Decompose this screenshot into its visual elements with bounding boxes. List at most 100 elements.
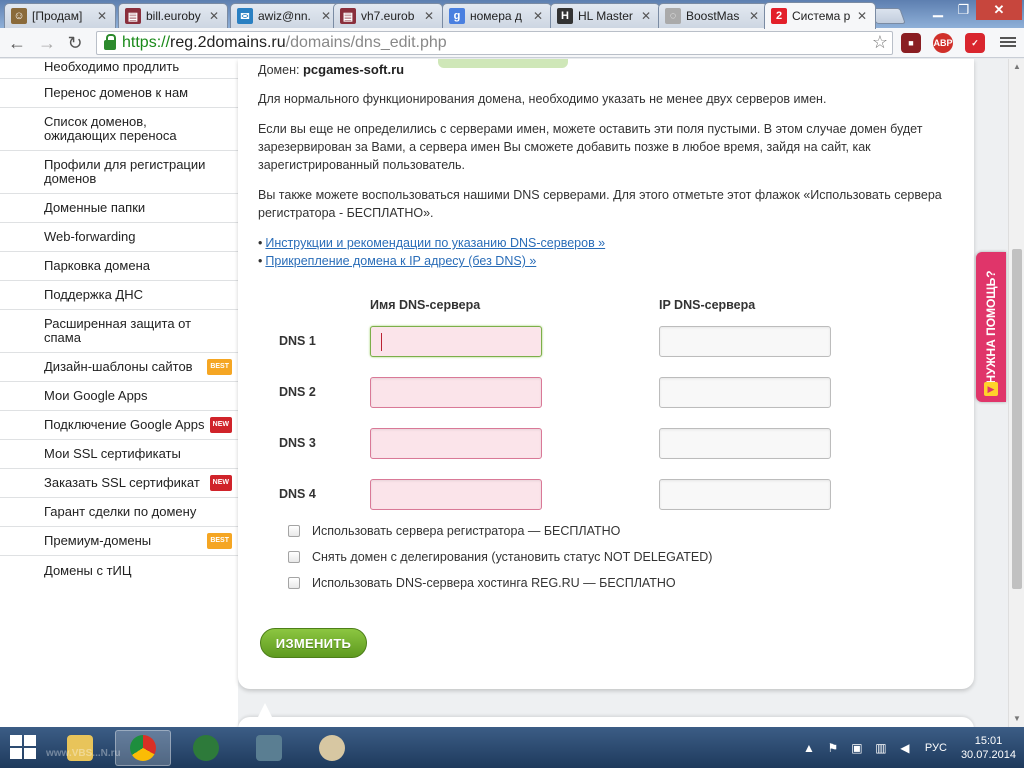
browser-tab-vh7[interactable]: ▤ vh7.eurob ✕ [333, 3, 443, 28]
page-scrollbar[interactable]: ▲ ▼ [1008, 59, 1024, 727]
dns-3-ip-input[interactable] [659, 428, 831, 459]
taskbar-network-monitor[interactable] [178, 730, 234, 766]
sidebar: Необходимо продлить Перенос доменов к на… [0, 59, 238, 727]
close-icon[interactable]: ✕ [641, 9, 653, 23]
use-registrar-dns-option[interactable]: Использовать сервера регистратора — БЕСП… [288, 524, 620, 538]
dns-3-name-input[interactable] [370, 428, 542, 459]
sidebar-item-renew[interactable]: Необходимо продлить [0, 59, 238, 79]
taskbar-paint[interactable] [304, 730, 360, 766]
reg-extension-icon[interactable]: ✓ [965, 33, 985, 53]
browser-tab-google[interactable]: g номера д ✕ [442, 3, 552, 28]
dns-4-ip-input[interactable] [659, 479, 831, 510]
dns-1-label: DNS 1 [279, 334, 316, 348]
dns-2-ip-input[interactable] [659, 377, 831, 408]
tray-arrow-icon[interactable]: ▲ [801, 740, 817, 756]
sidebar-item-pending-transfer[interactable]: Список доменов, ожидающих переноса [0, 108, 238, 151]
flag-icon[interactable]: ⚑ [825, 740, 841, 756]
maximize-button[interactable]: ❐ [951, 0, 976, 20]
taskbar-chrome[interactable] [115, 730, 171, 766]
close-icon[interactable]: ✕ [97, 9, 109, 23]
sidebar-item-order-ssl[interactable]: Заказать SSL сертификат NEW [0, 469, 238, 498]
sidebar-item-folders[interactable]: Доменные папки [0, 194, 238, 223]
reload-button[interactable]: ↻ [64, 32, 86, 54]
info-paragraph-3: Вы также можете воспользоваться нашими D… [258, 188, 942, 220]
dns-instructions-link[interactable]: Инструкции и рекомендации по указанию DN… [265, 236, 605, 250]
dns-4-name-input[interactable] [370, 479, 542, 510]
dns-1-ip-input[interactable] [659, 326, 831, 357]
use-hosting-dns-checkbox[interactable] [288, 577, 300, 589]
close-icon[interactable]: ✕ [857, 9, 869, 23]
extension-icon[interactable]: ■ [901, 33, 921, 53]
star-icon[interactable]: ☆ [872, 32, 888, 53]
tab-label: номера д [470, 9, 522, 23]
undelegate-option[interactable]: Снять домен с делегирования (установить … [288, 550, 712, 564]
ip-binding-link[interactable]: Прикрепление домена к IP адресу (без DNS… [265, 254, 536, 268]
adblock-icon[interactable]: ABP [933, 33, 953, 53]
menu-icon[interactable] [1000, 35, 1016, 51]
sidebar-item-tic-domains[interactable]: Домены с тИЦ [0, 556, 238, 585]
clock[interactable]: 15:01 30.07.2014 [961, 734, 1016, 762]
use-registrar-dns-checkbox[interactable] [288, 525, 300, 537]
close-icon[interactable]: ✕ [321, 9, 333, 23]
clock-time: 15:01 [974, 734, 1003, 747]
tab-label: Система р [792, 9, 851, 23]
browser-tab-reg[interactable]: 2 Система р ✕ [764, 2, 876, 29]
use-hosting-dns-option[interactable]: Использовать DNS-сервера хостинга REG.RU… [288, 576, 676, 590]
dns-2-name-input[interactable] [370, 377, 542, 408]
sidebar-item-parking[interactable]: Парковка домена [0, 252, 238, 281]
browser-tab-bill[interactable]: ▤ bill.euroby ✕ [118, 3, 228, 28]
user-icon: ☺ [11, 8, 27, 24]
scroll-down-icon[interactable]: ▼ [1012, 714, 1022, 724]
start-button[interactable] [10, 735, 38, 761]
chrome-icon [130, 735, 156, 761]
volume-icon[interactable]: ◀ [897, 740, 913, 756]
language-indicator[interactable]: РУС [925, 742, 947, 754]
scrollbar-thumb[interactable] [1012, 249, 1022, 589]
tab-label: bill.euroby [146, 9, 201, 23]
sidebar-item-label: Премиум-домены [44, 533, 152, 548]
sidebar-item-dns-support[interactable]: Поддержка ДНС [0, 281, 238, 310]
undelegate-checkbox[interactable] [288, 551, 300, 563]
forward-button[interactable]: → [36, 32, 58, 54]
network-icon[interactable]: ▥ [873, 740, 889, 756]
back-button[interactable]: ← [6, 32, 28, 54]
checkbox-label: Снять домен с делегирования (установить … [312, 550, 713, 564]
sidebar-item-my-google-apps[interactable]: Мои Google Apps [0, 382, 238, 411]
close-icon[interactable]: ✕ [424, 9, 436, 23]
sidebar-item-profiles[interactable]: Профили для регистрации доменов [0, 151, 238, 194]
address-bar[interactable]: https:// reg.2domains.ru /domains/dns_ed… [96, 31, 893, 55]
sidebar-item-spam-protection[interactable]: Расширенная защита от спама [0, 310, 238, 353]
books-icon: ▤ [125, 8, 141, 24]
sidebar-item-label: Заказать SSL сертификат [44, 475, 200, 490]
taskbar: ▲ ⚑ ▣ ▥ ◀ РУС 15:01 30.07.2014 [0, 727, 1024, 768]
scroll-up-icon[interactable]: ▲ [1012, 62, 1022, 72]
close-window-button[interactable]: ✕ [976, 0, 1022, 20]
submit-change-button[interactable]: Изменить [260, 628, 367, 658]
sidebar-item-escrow[interactable]: Гарант сделки по домену [0, 498, 238, 527]
tab-label: HL Master [578, 9, 633, 23]
checkbox-label: Использовать DNS-сервера хостинга REG.RU… [312, 576, 676, 590]
browser-tab-hl[interactable]: H HL Master ✕ [550, 3, 660, 28]
sidebar-item-web-forwarding[interactable]: Web-forwarding [0, 223, 238, 252]
sidebar-item-my-ssl[interactable]: Мои SSL сертификаты [0, 440, 238, 469]
taskbar-app[interactable] [241, 730, 297, 766]
windows-logo-pane [10, 748, 22, 759]
sidebar-item-design-templates[interactable]: Дизайн-шаблоны сайтов BEST [0, 353, 238, 382]
sidebar-item-transfer[interactable]: Перенос доменов к нам [0, 79, 238, 108]
close-icon[interactable]: ✕ [749, 9, 761, 23]
browser-tab-boost[interactable]: ◌ BoostMas ✕ [658, 3, 768, 28]
sidebar-item-connect-google-apps[interactable]: Подключение Google Apps NEW [0, 411, 238, 440]
sidebar-item-premium-domains[interactable]: Премиум-домены BEST [0, 527, 238, 556]
dns-ip-column-header: IP DNS-сервера [659, 298, 756, 312]
minimize-button[interactable]: ▁ [925, 0, 951, 20]
help-tab-label: НУЖНА ПОМОЩЬ? [984, 270, 998, 384]
monitor-icon[interactable]: ▣ [849, 740, 865, 756]
close-icon[interactable]: ✕ [209, 9, 221, 23]
dns-1-name-input[interactable] [370, 326, 542, 357]
dns-2-label: DNS 2 [279, 385, 316, 399]
close-icon[interactable]: ✕ [533, 9, 545, 23]
browser-tab-prodam[interactable]: ☺ [Продам] ✕ [4, 3, 116, 28]
browser-tab-mail[interactable]: ✉ awiz@nn. ✕ [230, 3, 340, 28]
url-path: /domains/dns_edit.php [285, 34, 447, 51]
help-tab[interactable]: НУЖНА ПОМОЩЬ? ▶ [976, 252, 1006, 402]
